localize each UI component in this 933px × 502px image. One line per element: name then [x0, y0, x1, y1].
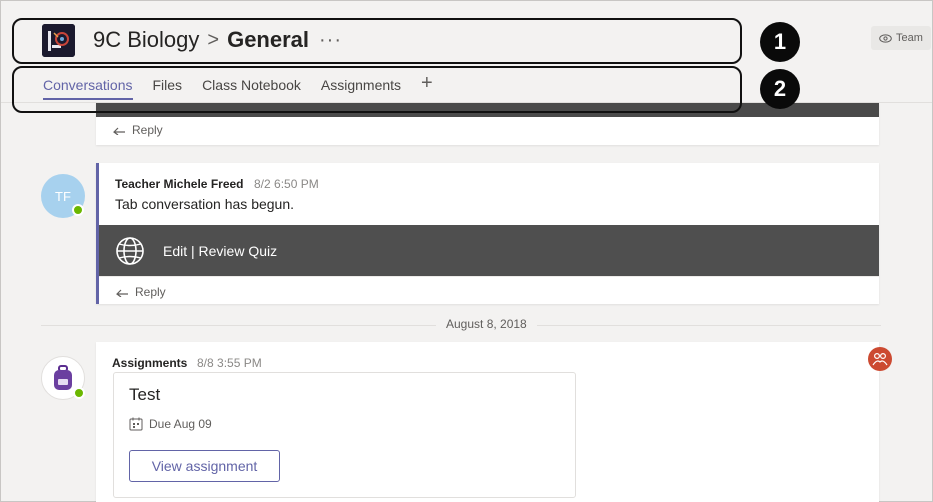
view-assignment-button[interactable]: View assignment [129, 450, 280, 482]
assignments-app-avatar[interactable] [41, 356, 85, 400]
message-timestamp: 8/2 6:50 PM [254, 177, 319, 191]
assignment-title: Test [129, 385, 161, 404]
message-card: Teacher Michele Freed 8/2 6:50 PM Tab co… [96, 163, 879, 304]
post-timestamp: 8/8 3:55 PM [197, 356, 262, 370]
team-button-label: Team [896, 32, 923, 44]
assignment-card: Test Due Aug 09 View assignment [113, 372, 576, 498]
reply-icon [113, 127, 125, 135]
callout-frame-1 [12, 18, 742, 64]
assignment-post-card: Assignments 8/8 3:55 PM Test Due Aug 09 … [96, 342, 879, 502]
tab-card[interactable]: Edit | Review Quiz [99, 225, 879, 276]
message-text: Tab conversation has begun. [115, 196, 295, 212]
message-author[interactable]: Teacher Michele Freed [115, 177, 244, 191]
reply-icon [116, 289, 128, 297]
reply-label: Reply [135, 285, 166, 299]
eye-icon [879, 33, 892, 43]
reply-label: Reply [132, 123, 163, 137]
callout-badge-2: 2 [760, 69, 800, 109]
team-button[interactable]: Team [871, 26, 931, 50]
globe-icon [116, 236, 144, 265]
due-date-label: Due Aug 09 [149, 417, 212, 431]
post-author[interactable]: Assignments [112, 356, 187, 370]
reply-button[interactable]: Reply [115, 285, 166, 299]
callout-badge-1: 1 [760, 22, 800, 62]
avatar-initials: TF [55, 188, 71, 204]
date-separator: August 8, 2018 [436, 317, 537, 331]
avatar[interactable]: TF [41, 174, 85, 218]
backpack-icon [54, 365, 72, 390]
divider [99, 276, 879, 277]
reply-button[interactable]: Reply [112, 123, 163, 137]
reaction-icon[interactable] [868, 347, 892, 371]
presence-available-icon [73, 387, 85, 399]
presence-available-icon [72, 204, 84, 216]
due-date: Due Aug 09 [129, 417, 212, 431]
callout-frame-2 [12, 66, 742, 113]
calendar-icon [129, 417, 143, 431]
tab-card-label: Edit | Review Quiz [163, 242, 278, 259]
